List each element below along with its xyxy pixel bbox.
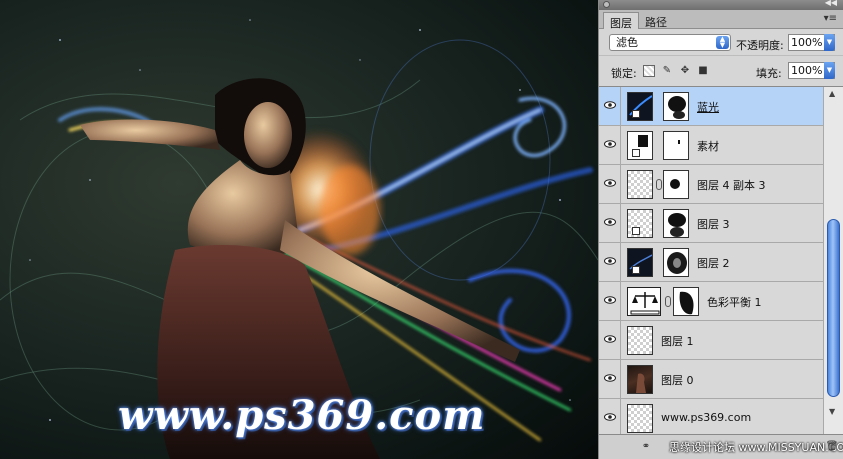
layers-panel: ◀◀ 图层 路径 ▾≡ 滤色 ▲ ▼ 不透明度: 100% ▼ 锁定: ✎ ✥ ■… <box>598 0 843 459</box>
layer-thumbnail[interactable] <box>627 170 653 199</box>
smart-object-icon <box>632 266 640 274</box>
layer-name[interactable]: 图层 2 <box>697 255 730 271</box>
layer-thumbnail[interactable] <box>627 209 653 238</box>
visibility-toggle[interactable] <box>599 360 621 398</box>
layer-row[interactable]: 素材 <box>599 126 823 165</box>
layer-row[interactable]: 图层 4 副本 3 <box>599 165 823 204</box>
fill-label: 填充: <box>756 67 782 80</box>
layer-name[interactable]: 图层 0 <box>661 372 694 388</box>
panel-bottom-bar: ⚭ 思缘设计论坛 www.MISSYUAN.COM 🗑 <box>599 434 843 459</box>
watermark-text: www.ps369.com <box>118 392 486 439</box>
delete-layer-icon[interactable]: 🗑 <box>825 441 839 453</box>
lock-position-move-icon[interactable]: ✥ <box>679 65 691 77</box>
layers-list: 蓝光 素材 图层 4 副本 3 图层 3 图层 2 色彩平衡 1 图层 1 图层… <box>599 87 823 438</box>
layer-row[interactable]: 图层 3 <box>599 204 823 243</box>
layer-thumbnail[interactable] <box>627 131 653 160</box>
eye-icon <box>604 179 616 187</box>
layer-row[interactable]: 蓝光 <box>599 87 823 126</box>
layers-scrollbar[interactable]: ▲ ▼ <box>823 87 843 434</box>
bottom-watermark: 思缘设计论坛 www.MISSYUAN.COM <box>669 441 843 454</box>
visibility-toggle[interactable] <box>599 321 621 359</box>
layer-mask-thumbnail[interactable] <box>663 92 689 121</box>
eye-icon <box>604 101 616 109</box>
adjustment-thumbnail[interactable] <box>627 287 661 316</box>
layer-name[interactable]: 图层 4 副本 3 <box>697 177 766 193</box>
layer-row[interactable]: 图层 0 <box>599 360 823 399</box>
visibility-toggle[interactable] <box>599 87 621 125</box>
layer-thumbnail[interactable] <box>627 326 653 355</box>
eye-icon <box>604 335 616 343</box>
layer-thumbnail[interactable] <box>627 365 653 394</box>
opacity-label: 不透明度: <box>736 39 784 52</box>
layer-mask-thumbnail[interactable] <box>663 170 689 199</box>
layer-name[interactable]: 图层 3 <box>697 216 730 232</box>
opacity-dropdown-icon[interactable]: ▼ <box>824 34 835 51</box>
lock-pixels-brush-icon[interactable]: ✎ <box>661 65 673 77</box>
layer-name[interactable]: 素材 <box>697 138 719 154</box>
eye-icon <box>604 257 616 265</box>
layer-row[interactable]: www.ps369.com <box>599 399 823 438</box>
layer-mask-thumbnail[interactable] <box>663 209 689 238</box>
layer-row[interactable]: 图层 2 <box>599 243 823 282</box>
lock-transparency-icon[interactable] <box>643 65 655 77</box>
opacity-value: 100% <box>791 36 823 49</box>
visibility-toggle[interactable] <box>599 399 621 437</box>
layer-mask-thumbnail[interactable] <box>663 131 689 160</box>
layer-name[interactable]: www.ps369.com <box>661 411 751 424</box>
scroll-down-icon[interactable]: ▼ <box>829 407 835 416</box>
eye-icon <box>604 140 616 148</box>
layer-thumbnail[interactable] <box>627 248 653 277</box>
tab-layers[interactable]: 图层 <box>603 12 639 30</box>
document-canvas[interactable]: www.ps369.com <box>0 0 598 459</box>
tab-paths[interactable]: 路径 <box>639 12 673 29</box>
visibility-toggle[interactable] <box>599 126 621 164</box>
layer-name[interactable]: 蓝光 <box>697 99 719 115</box>
smart-object-icon <box>632 110 640 118</box>
chain-link-icon[interactable] <box>665 296 671 307</box>
visibility-toggle[interactable] <box>599 282 621 320</box>
visibility-toggle[interactable] <box>599 165 621 203</box>
blend-row: 滤色 ▲ ▼ 不透明度: 100% ▼ <box>599 29 843 55</box>
smart-object-icon <box>632 227 640 235</box>
fill-value: 100% <box>791 64 823 77</box>
layer-name[interactable]: 色彩平衡 1 <box>707 294 762 310</box>
panel-titlebar[interactable]: ◀◀ <box>599 0 843 10</box>
eye-icon <box>604 296 616 304</box>
close-icon[interactable] <box>603 1 610 8</box>
visibility-toggle[interactable] <box>599 204 621 242</box>
layer-name[interactable]: 图层 1 <box>661 333 694 349</box>
lock-row: 锁定: ✎ ✥ ■ 填充: 100% ▼ <box>599 55 843 87</box>
layer-thumbnail[interactable] <box>627 92 653 121</box>
eye-icon <box>604 413 616 421</box>
layer-row[interactable]: 图层 1 <box>599 321 823 360</box>
photoshop-workspace: www.ps369.com ◀◀ 图层 路径 ▾≡ 滤色 ▲ ▼ 不透明度: 10… <box>0 0 843 459</box>
panel-tabs: 图层 路径 ▾≡ <box>599 10 843 30</box>
blend-mode-value: 滤色 <box>616 36 638 49</box>
layer-mask-thumbnail[interactable] <box>663 248 689 277</box>
fill-input[interactable]: 100% ▼ <box>788 62 835 79</box>
lock-all-icon[interactable]: ■ <box>697 65 709 77</box>
eye-icon <box>604 374 616 382</box>
layer-mask-thumbnail[interactable] <box>673 287 699 316</box>
select-arrows-icon: ▲ ▼ <box>716 36 729 49</box>
layer-row[interactable]: 色彩平衡 1 <box>599 282 823 321</box>
link-layers-icon[interactable]: ⚭ <box>639 441 653 453</box>
opacity-input[interactable]: 100% ▼ <box>788 34 835 51</box>
collapse-icon[interactable]: ◀◀ <box>825 0 837 7</box>
color-balance-icon <box>630 292 660 315</box>
layer-thumbnail[interactable] <box>627 404 653 433</box>
scroll-up-icon[interactable]: ▲ <box>829 89 835 98</box>
visibility-toggle[interactable] <box>599 243 621 281</box>
artwork-illustration <box>0 19 598 459</box>
chain-link-icon[interactable] <box>656 179 662 190</box>
smart-object-icon <box>632 149 640 157</box>
eye-icon <box>604 218 616 226</box>
lock-label: 锁定: <box>611 67 637 80</box>
panel-menu-icon[interactable]: ▾≡ <box>824 13 837 24</box>
scroll-thumb[interactable] <box>827 219 840 397</box>
fill-dropdown-icon[interactable]: ▼ <box>824 62 835 79</box>
blend-mode-select[interactable]: 滤色 ▲ ▼ <box>609 34 731 51</box>
